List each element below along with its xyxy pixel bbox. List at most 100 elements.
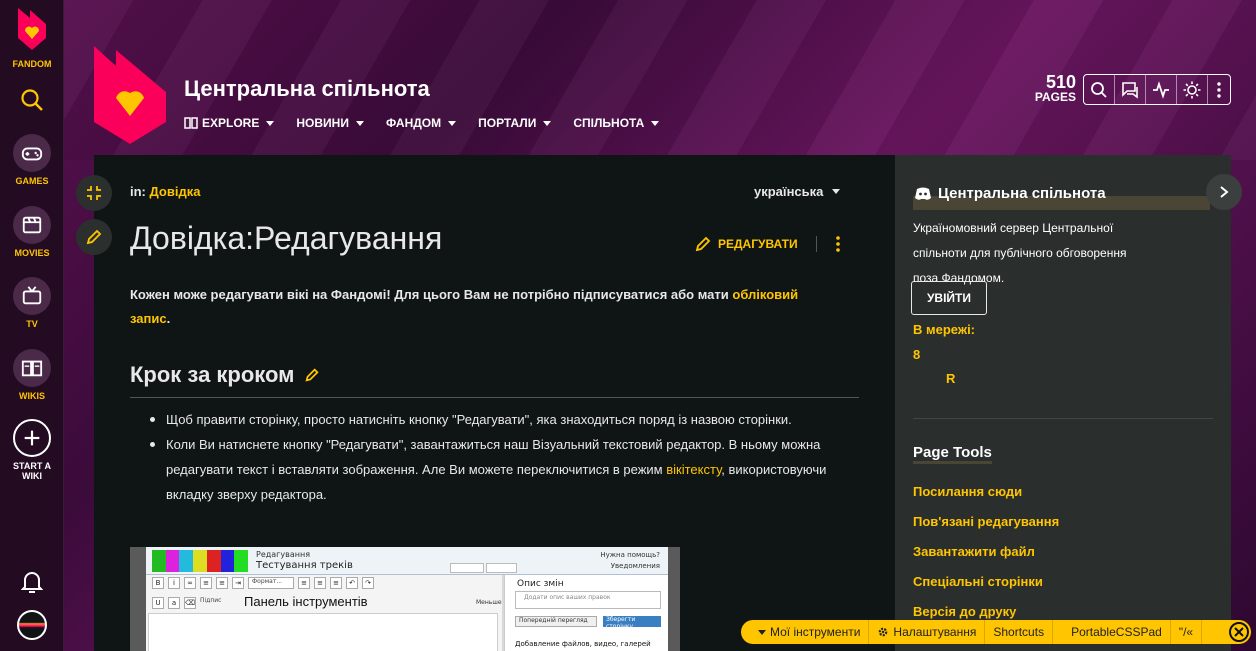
rail-movies[interactable]: MOVIES	[0, 206, 64, 258]
header-search-button[interactable]	[1084, 75, 1115, 104]
explore-icon	[184, 117, 198, 129]
section-title: Крок за кроком	[130, 362, 295, 387]
step-1-text: Щоб правити сторінку, просто натисніть к…	[166, 412, 792, 427]
quick-edit-button[interactable]	[76, 219, 112, 255]
wiki-title[interactable]: Центральна спільнота	[184, 76, 430, 102]
fandom-logo[interactable]: FANDOM	[0, 6, 64, 69]
my-tools-label: Мої інструменти	[770, 625, 861, 639]
page-tool-related-changes[interactable]: Пов'язані редагування	[913, 507, 1059, 537]
join-button[interactable]: УВІЙТИ	[911, 281, 987, 315]
preview-button: Попередній перегляд	[515, 616, 597, 627]
discord-icon	[915, 187, 931, 200]
theme-toggle-button[interactable]	[1177, 75, 1208, 104]
edit-button[interactable]: РЕДАГУВАТИ	[694, 235, 798, 253]
category-link[interactable]: Довідка	[150, 184, 201, 199]
nav-community-label: СПІЛЬНОТА	[573, 116, 645, 130]
page-tool-what-links-here[interactable]: Посилання сюди	[913, 477, 1059, 507]
close-toolbar-button[interactable]	[1229, 622, 1249, 642]
more-vertical-icon	[1217, 81, 1221, 98]
editor-wiki-name: Редагування	[256, 550, 311, 559]
bottom-toolbar: Мої інструменти Налаштування Shortcuts P…	[741, 620, 1251, 644]
intro-text: Кожен може редагувати вікі на Фандомі! Д…	[130, 287, 733, 302]
align-center-icon: ≡	[314, 577, 326, 589]
italic-icon: i	[168, 577, 180, 589]
discussions-icon	[1122, 81, 1138, 99]
summary-title: Опис змін	[517, 579, 564, 589]
save-page-button: Зберегти сторінку	[603, 616, 661, 630]
recent-activity-button[interactable]	[1146, 75, 1177, 104]
sidebar-divider	[913, 418, 1213, 419]
rail-notifications[interactable]	[0, 570, 64, 596]
chevron-down-icon	[543, 120, 552, 126]
wikis-icon	[13, 349, 51, 387]
wiki-navigation: EXPLORE НОВИНИ ФАНДОМ ПОРТАЛИ СПІЛЬНОТА	[184, 116, 660, 130]
page-count-number: 510	[1045, 72, 1076, 92]
pencil-icon[interactable]	[304, 367, 320, 383]
chevron-down-icon	[448, 120, 457, 126]
wiki-logo[interactable]	[92, 40, 168, 144]
editor-right-panel: Опис змін Додати опис ваших правок Попер…	[504, 575, 668, 651]
shortcuts-button[interactable]: Shortcuts	[985, 620, 1054, 644]
editor-text-area	[148, 613, 498, 651]
page-tool-upload-file[interactable]: Завантажити файл	[913, 537, 1059, 567]
editor-header: Редагування Тестування треків Нужна помо…	[146, 547, 668, 575]
header-more-button[interactable]	[1208, 75, 1230, 104]
list-item: Коли Ви натиснете кнопку "Редагувати", з…	[148, 432, 863, 507]
chevron-down-icon	[832, 189, 841, 194]
align-right-icon: ≡	[330, 577, 342, 589]
discord-widget-title: Центральна спільнота	[938, 185, 1106, 202]
bell-icon	[20, 572, 44, 593]
collapse-content-button[interactable]	[76, 175, 112, 211]
edit-button-label: РЕДАГУВАТИ	[718, 237, 798, 251]
discord-description: Україномовний сервер Центральної спільно…	[913, 216, 1153, 291]
tab-visual: Visual	[486, 563, 517, 573]
online-user[interactable]: R	[946, 371, 955, 386]
sidebar-collapse-button[interactable]	[1206, 174, 1242, 210]
nav-news[interactable]: НОВИНИ	[296, 116, 364, 130]
steps-list: Щоб правити сторінку, просто натисніть к…	[148, 407, 863, 507]
nav-fandom[interactable]: ФАНДОМ	[386, 116, 457, 130]
nav-community[interactable]: СПІЛЬНОТА	[573, 116, 660, 130]
in-label: in:	[130, 184, 146, 199]
wikis-label: WIKIS	[19, 391, 45, 401]
page-actions-button[interactable]	[830, 234, 846, 258]
editor-screenshot-image: Редагування Тестування треків Нужна помо…	[130, 547, 680, 651]
collapse-icon	[87, 186, 101, 200]
rail-avatar[interactable]	[0, 610, 64, 640]
discussions-button[interactable]	[1115, 75, 1146, 104]
rail-search[interactable]	[0, 88, 64, 114]
page-tool-special-pages[interactable]: Спеціальні сторінки	[913, 567, 1059, 597]
description-line: спільноти для публічного обговорення	[913, 246, 1127, 260]
start-wiki-label-2: WIKI	[22, 471, 42, 481]
language-selector[interactable]: українська	[754, 184, 841, 199]
rail-games[interactable]: GAMES	[0, 134, 64, 186]
format-select: Формат...	[248, 577, 294, 589]
less-toggle: Меньше	[476, 599, 502, 606]
section-divider	[130, 397, 859, 398]
rail-wikis[interactable]: WIKIS	[0, 349, 64, 401]
wikitext-link[interactable]: вікітексту	[666, 462, 721, 477]
global-navigation: FANDOM GAMES MOVIES TV WIKIS START A WIK…	[0, 0, 64, 651]
activity-icon	[1153, 80, 1169, 99]
notifications-link: Уведомления	[610, 562, 660, 570]
movies-label: MOVIES	[14, 248, 50, 258]
nav-explore[interactable]: EXPLORE	[184, 116, 275, 130]
portable-css-pad-button[interactable]: PortableCSSPad	[1053, 620, 1171, 644]
underline-icon: U	[152, 597, 164, 609]
breadcrumb: in: Довідка	[130, 184, 200, 199]
chevron-down-icon	[355, 120, 364, 126]
avatar	[17, 610, 47, 640]
my-tools-menu[interactable]: Мої інструменти	[741, 620, 870, 644]
rail-start-wiki[interactable]: START A WIKI	[0, 419, 64, 481]
close-icon	[1234, 627, 1244, 637]
toolbar-collapse-button[interactable]: "/«	[1171, 620, 1203, 644]
strike-icon: a	[168, 597, 180, 609]
nav-explore-label: EXPLORE	[202, 116, 260, 130]
tv-label: TV	[26, 319, 38, 329]
nav-portals[interactable]: ПОРТАЛИ	[478, 116, 552, 130]
rail-tv[interactable]: TV	[0, 277, 64, 329]
settings-button[interactable]: Налаштування	[869, 620, 986, 644]
undo-icon: ↶	[346, 577, 358, 589]
numbered-list-icon: ≡	[216, 577, 228, 589]
sun-icon	[1183, 81, 1201, 98]
